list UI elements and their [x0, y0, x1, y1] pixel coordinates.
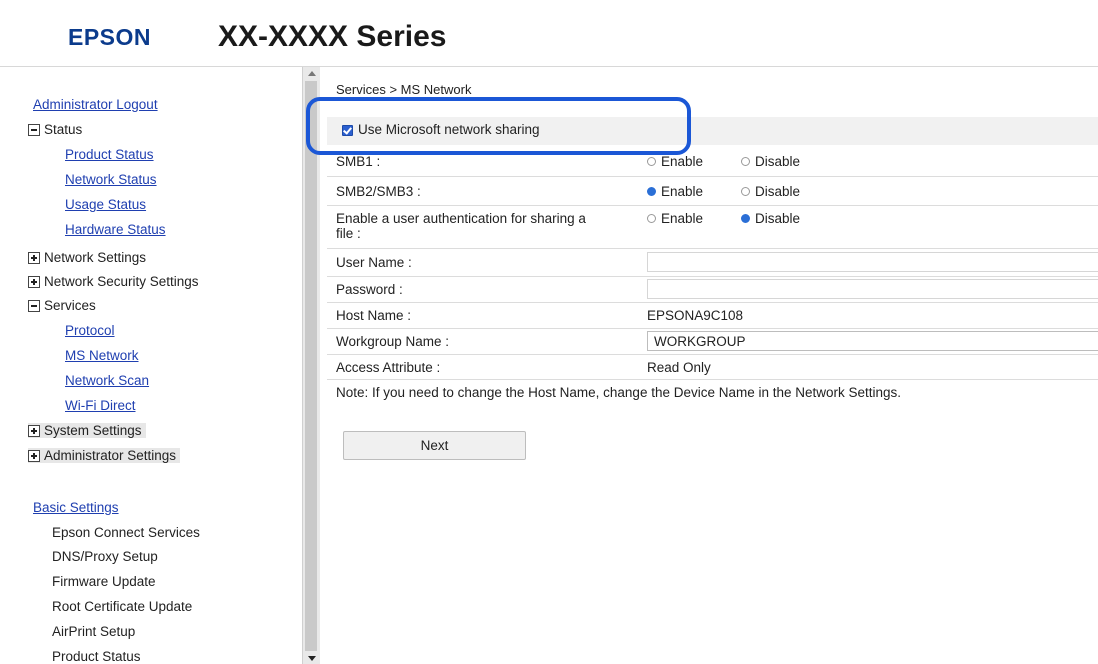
sidebar-item-product-status[interactable]: Product Status [65, 147, 154, 162]
password-label: Password : [336, 282, 403, 297]
sidebar-item-protocol[interactable]: Protocol [65, 323, 115, 338]
sidebar-item-product-status-basic[interactable]: Product Status [52, 649, 141, 664]
sidebar-scrollbar[interactable] [302, 67, 321, 664]
expand-icon [28, 275, 40, 288]
scroll-down-arrow-icon[interactable] [308, 656, 316, 661]
sidebar-node-label: Administrator Settings [44, 448, 177, 463]
scrollbar-thumb[interactable] [305, 81, 317, 651]
workgroup-name-input[interactable] [647, 331, 1098, 351]
smb23-disable-option[interactable]: Disable [741, 184, 800, 199]
access-attribute-value: Read Only [647, 360, 711, 375]
sidebar-item-airprint-setup[interactable]: AirPrint Setup [52, 624, 135, 639]
user-auth-label: Enable a user authentication for sharing… [336, 211, 586, 241]
sidebar-node-network-security-settings[interactable]: Network Security Settings [28, 274, 199, 289]
main-content: Services > MS Network Use Microsoft netw… [320, 67, 1098, 664]
collapse-icon [28, 123, 40, 136]
smb23-label: SMB2/SMB3 : [336, 184, 421, 199]
printer-model-title: XX-XXXX Series [218, 20, 447, 53]
sidebar-item-ms-network[interactable]: MS Network [65, 348, 139, 363]
note-text: Note: If you need to change the Host Nam… [336, 385, 902, 400]
brand-logo: EPSON [68, 24, 152, 50]
access-attribute-row: Access Attribute : Read Only [327, 354, 1098, 380]
workgroup-name-label: Workgroup Name : [336, 334, 450, 349]
smb1-label: SMB1 : [336, 154, 381, 169]
user-name-input[interactable] [647, 252, 1098, 272]
scroll-up-arrow-icon[interactable] [308, 71, 316, 76]
user-auth-row: Enable a user authentication for sharing… [327, 205, 1098, 249]
user-auth-disable-option[interactable]: Disable [741, 211, 800, 226]
smb23-row: SMB2/SMB3 : Enable Disable [327, 176, 1098, 206]
workgroup-name-row: Workgroup Name : [327, 328, 1098, 355]
sidebar-node-services[interactable]: Services [28, 298, 96, 313]
sidebar-node-label: Network Security Settings [44, 274, 199, 289]
sidebar-item-usage-status[interactable]: Usage Status [65, 197, 146, 212]
sidebar-item-root-certificate-update[interactable]: Root Certificate Update [52, 599, 192, 614]
host-name-label: Host Name : [336, 308, 412, 323]
page-header: EPSON XX-XXXX Series [0, 0, 1098, 67]
sidebar-node-network-settings[interactable]: Network Settings [28, 250, 146, 265]
sidebar-item-wi-fi-direct[interactable]: Wi-Fi Direct [65, 398, 136, 413]
password-row: Password : [327, 276, 1098, 303]
sidebar-item-network-status[interactable]: Network Status [65, 172, 157, 187]
radio-icon[interactable] [741, 156, 750, 166]
breadcrumb: Services > MS Network [336, 82, 472, 97]
collapse-icon [28, 299, 40, 312]
user-auth-enable-option[interactable]: Enable [647, 211, 703, 226]
administrator-logout-link[interactable]: Administrator Logout [33, 97, 158, 112]
smb1-disable-option[interactable]: Disable [741, 154, 800, 169]
sidebar-node-system-settings[interactable]: System Settings [28, 423, 146, 438]
smb23-enable-option[interactable]: Enable [647, 184, 703, 199]
highlight-callout [306, 97, 691, 155]
next-button[interactable]: Next [343, 431, 526, 460]
expand-icon [28, 449, 40, 462]
sidebar-node-label: Status [44, 122, 83, 137]
radio-icon[interactable] [741, 186, 750, 196]
radio-selected-icon[interactable] [741, 213, 750, 223]
sidebar-nav: Administrator Logout Status Product Stat… [0, 67, 303, 664]
sidebar-node-status[interactable]: Status [28, 122, 82, 137]
radio-selected-icon[interactable] [647, 186, 656, 196]
sidebar-node-label: Services [44, 298, 96, 313]
host-name-value: EPSONA9C108 [647, 308, 744, 323]
expand-icon [28, 251, 40, 264]
expand-icon [28, 424, 40, 437]
sidebar-node-label: Network Settings [44, 250, 147, 265]
sidebar-item-firmware-update[interactable]: Firmware Update [52, 574, 156, 589]
password-input[interactable] [647, 279, 1098, 299]
sidebar-item-network-scan[interactable]: Network Scan [65, 373, 149, 388]
user-name-row: User Name : [327, 248, 1098, 277]
smb1-enable-option[interactable]: Enable [647, 154, 703, 169]
sidebar-node-administrator-settings[interactable]: Administrator Settings [28, 448, 181, 463]
sidebar-basic-settings-link[interactable]: Basic Settings [33, 500, 119, 515]
host-name-row: Host Name : EPSONA9C108 [327, 302, 1098, 329]
access-attribute-label: Access Attribute : [336, 360, 441, 375]
radio-icon[interactable] [647, 213, 656, 223]
radio-icon[interactable] [647, 156, 656, 166]
sidebar-node-label: System Settings [44, 423, 142, 438]
sidebar-item-epson-connect-services[interactable]: Epson Connect Services [52, 525, 200, 540]
sidebar-item-dns-proxy-setup[interactable]: DNS/Proxy Setup [52, 549, 158, 564]
sidebar-item-hardware-status[interactable]: Hardware Status [65, 222, 166, 237]
user-name-label: User Name : [336, 255, 412, 270]
